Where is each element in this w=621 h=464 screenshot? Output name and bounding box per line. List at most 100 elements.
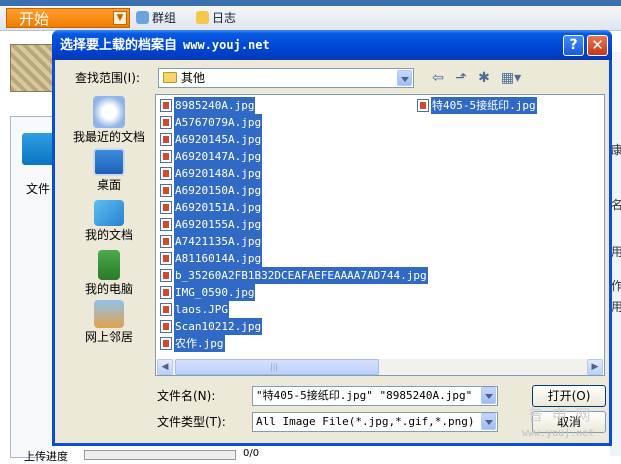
file-name: b_35260A2FB1B32DCEAFAEFEAAAA7AD744.jpg [174,267,428,284]
filename-value: "特405-5接纸印.jpg" "8985240A.jpg" "A5 [256,389,478,402]
chevron-down-icon[interactable] [481,413,496,430]
image-file-icon [160,116,172,129]
file-open-dialog: 选择要上载的档案自 www.youj.net ? ✕ 查找范围(I): 其他 ⇦ … [52,30,612,446]
image-file-icon [160,184,172,197]
chevron-down-icon[interactable] [481,387,496,404]
file-name: 特405-5接纸印.jpg [431,97,537,114]
image-file-icon [160,99,172,112]
file-name: IMG_0590.jpg [174,284,256,301]
my-documents-icon [94,200,124,226]
back-icon[interactable]: ⇦ [430,70,446,86]
my-computer-icon [98,250,120,280]
journal-icon [196,11,209,24]
right-text-4: 作 [611,279,621,293]
filename-input[interactable]: "特405-5接纸印.jpg" "8985240A.jpg" "A5 [252,386,498,406]
file-name: laos.JPG [174,301,229,318]
place-label: 我最近的文档 [72,130,145,144]
image-file-icon [160,269,172,282]
place-desktop[interactable]: 桌面 [63,148,155,192]
profile-image [10,44,56,92]
dialog-title-bar[interactable]: 选择要上载的档案自 www.youj.net ? ✕ [52,30,612,60]
image-file-icon [417,99,429,112]
file-name: A6920155A.jpg [174,216,263,233]
upload-progress-label: 上传进度 [24,450,68,463]
image-file-icon [160,286,172,299]
folder-icon [163,72,177,83]
file-name: Scan10212.jpg [174,318,263,335]
file-name: A6920148A.jpg [174,165,263,182]
image-file-icon [160,252,172,265]
view-menu-icon[interactable]: ▦▾ [499,70,523,86]
nav-item-journal[interactable]: 日志 [196,9,236,27]
upload-panel-button[interactable] [22,133,54,165]
place-label: 我的电脑 [84,282,133,296]
help-button[interactable]: ? [563,35,584,56]
start-button[interactable]: 开始 ▼ [6,8,130,28]
places-bar: 我最近的文档 桌面 我的文档 我的电脑 网上邻居 [63,94,155,384]
file-name: A8116014A.jpg [174,250,263,267]
place-network-places[interactable]: 网上邻居 [63,300,155,344]
up-folder-icon[interactable]: ⬏ [453,70,469,86]
image-file-icon [160,320,172,333]
place-recent-documents[interactable]: 我最近的文档 [63,96,155,144]
place-label: 我的文档 [84,228,133,242]
desktop-icon [93,148,125,176]
place-label: 桌面 [96,178,121,192]
scroll-right-button[interactable]: ▶ [587,359,603,375]
horizontal-scrollbar[interactable]: ◀ ▶ [157,359,603,375]
right-text-1: 康 [611,143,621,157]
close-button[interactable]: ✕ [587,35,608,56]
file-name: A6920151A.jpg [174,199,263,216]
filetype-label: 文件类型(T): [157,415,226,429]
recent-documents-icon [93,96,125,128]
file-name: A5767079A.jpg [174,114,263,131]
file-name: 农作.jpg [174,335,225,352]
right-text-5: 用 [611,300,621,314]
group-icon [136,11,149,24]
right-text-3: 用 [611,245,621,259]
watermark-text: www.youj.net [522,428,595,439]
image-file-icon [160,133,172,146]
network-places-icon [94,300,124,328]
image-file-icon [160,167,172,180]
nav-item-group[interactable]: 群组 [136,9,176,27]
file-name: A6920145A.jpg [174,131,263,148]
new-folder-icon[interactable]: ✱ [476,70,492,86]
scroll-left-button[interactable]: ◀ [157,359,173,375]
upload-progress-bar [84,450,236,460]
image-file-icon [160,235,172,248]
place-my-computer[interactable]: 我的电脑 [63,250,155,296]
right-text-2: 名 [611,198,621,212]
file-column-label: 文件 [26,182,51,196]
dialog-title: 选择要上载的档案自 www.youj.net [60,30,270,61]
look-in-label: 查找范围(I): [75,71,140,85]
nav-item-group-label: 群组 [152,11,177,25]
file-name: A7421135A.jpg [174,233,263,250]
file-name: A6920150A.jpg [174,182,263,199]
dialog-title-text: 选择要上载的档案自 [60,38,178,53]
image-file-icon [160,201,172,214]
file-name: A6920147A.jpg [174,148,263,165]
image-file-icon [160,218,172,231]
image-file-icon [160,150,172,163]
file-list[interactable]: ◀ ▶ 8985240A.jpgA5767079A.jpgA6920145A.j… [155,94,605,376]
filetype-select[interactable]: All Image File(*.jpg,*.gif,*.png) [252,412,498,432]
scrollbar-thumb[interactable] [175,359,379,375]
chevron-down-icon[interactable] [397,70,412,86]
look-in-select[interactable]: 其他 [158,68,414,88]
watermark-cn: 普 申 网 [528,406,593,424]
file-name: 8985240A.jpg [174,97,256,114]
upload-progress-value: 0/0 [243,448,260,459]
image-file-icon [160,337,172,350]
dialog-title-site: www.youj.net [183,38,270,52]
chevron-down-icon[interactable]: ▼ [113,11,127,25]
place-my-documents[interactable]: 我的文档 [63,200,155,242]
start-label: 开始 [19,10,50,28]
filetype-value: All Image File(*.jpg,*.gif,*.png) [256,415,475,428]
look-in-value: 其他 [181,71,206,85]
place-label: 网上邻居 [84,330,133,344]
upload-panel [10,116,56,458]
nav-item-journal-label: 日志 [212,11,237,25]
image-file-icon [160,303,172,316]
filename-label: 文件名(N): [157,389,216,403]
